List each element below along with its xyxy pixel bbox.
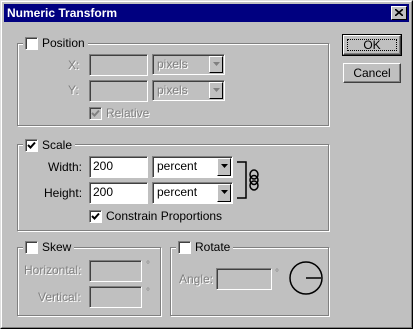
dropdown-arrow-icon <box>213 62 220 66</box>
angle-dial-icon[interactable] <box>288 260 324 296</box>
cancel-button-label: Cancel <box>353 66 391 80</box>
dropdown-arrow-icon <box>221 164 228 168</box>
width-unit-dropdown-button[interactable] <box>217 158 231 176</box>
numeric-transform-dialog: Numeric Transform Position X: pixels Y: … <box>0 0 413 329</box>
x-unit-select[interactable]: pixels <box>152 54 225 75</box>
skew-toggle[interactable]: Skew <box>23 240 75 254</box>
angle-label: Angle: <box>179 272 214 286</box>
y-label: Y: <box>68 83 79 97</box>
height-unit-value: percent <box>157 185 198 199</box>
y-unit-value: pixels <box>157 83 188 97</box>
angle-field[interactable] <box>216 268 272 290</box>
ok-button[interactable]: OK <box>342 34 402 56</box>
x-unit-value: pixels <box>157 57 188 71</box>
height-field[interactable]: 200 <box>89 182 148 204</box>
position-toggle[interactable]: Position <box>23 36 88 50</box>
y-unit-select[interactable]: pixels <box>152 80 225 101</box>
relative-toggle[interactable]: Relative <box>89 106 149 120</box>
horizontal-field[interactable] <box>89 260 142 282</box>
relative-checkbox[interactable] <box>89 106 102 120</box>
width-field[interactable]: 200 <box>89 156 148 178</box>
height-unit-dropdown-button[interactable] <box>217 184 231 202</box>
x-unit-dropdown-button[interactable] <box>209 56 223 73</box>
checkmark-icon <box>27 141 36 149</box>
horizontal-label: Horizontal: <box>24 263 82 277</box>
position-label: Position <box>42 36 85 50</box>
vertical-degree-symbol: ° <box>146 287 150 298</box>
y-unit-dropdown-button[interactable] <box>209 82 223 99</box>
window-title: Numeric Transform <box>7 6 118 20</box>
dialog-frame: Numeric Transform Position X: pixels Y: … <box>1 1 412 328</box>
height-label: Height: <box>44 186 83 200</box>
close-button[interactable] <box>391 6 407 20</box>
width-label: Width: <box>48 160 83 174</box>
width-unit-value: percent <box>157 159 198 173</box>
y-field[interactable] <box>89 80 148 102</box>
link-icon <box>237 161 259 199</box>
ok-button-label: OK <box>363 38 381 52</box>
angle-degree-symbol: ° <box>275 268 279 279</box>
height-unit-select[interactable]: percent <box>152 182 233 204</box>
scale-label: Scale <box>42 138 73 152</box>
vertical-field[interactable] <box>89 286 142 308</box>
horizontal-degree-symbol: ° <box>146 260 150 271</box>
rotate-checkbox[interactable] <box>178 240 191 254</box>
close-icon <box>395 9 403 16</box>
x-label: X: <box>68 58 80 72</box>
constrain-proportions-label: Constrain Proportions <box>106 209 223 223</box>
rotate-label: Rotate <box>195 240 231 254</box>
scale-toggle[interactable]: Scale <box>23 138 76 152</box>
dropdown-arrow-icon <box>221 190 228 194</box>
constrain-proportions-checkbox[interactable] <box>89 209 102 223</box>
dropdown-arrow-icon <box>213 88 220 92</box>
skew-label: Skew <box>42 240 72 254</box>
width-unit-select[interactable]: percent <box>152 156 233 178</box>
relative-label: Relative <box>106 106 150 120</box>
scale-checkbox[interactable] <box>25 138 38 152</box>
position-checkbox[interactable] <box>25 36 38 50</box>
checkmark-icon <box>91 212 100 220</box>
constrain-proportions-toggle[interactable]: Constrain Proportions <box>89 209 222 223</box>
title-bar: Numeric Transform <box>4 4 409 22</box>
x-field[interactable] <box>89 54 148 76</box>
vertical-label: Vertical: <box>38 290 81 304</box>
skew-checkbox[interactable] <box>25 240 38 254</box>
checkmark-icon <box>91 109 100 117</box>
cancel-button[interactable]: Cancel <box>343 63 401 83</box>
rotate-toggle[interactable]: Rotate <box>176 240 234 254</box>
